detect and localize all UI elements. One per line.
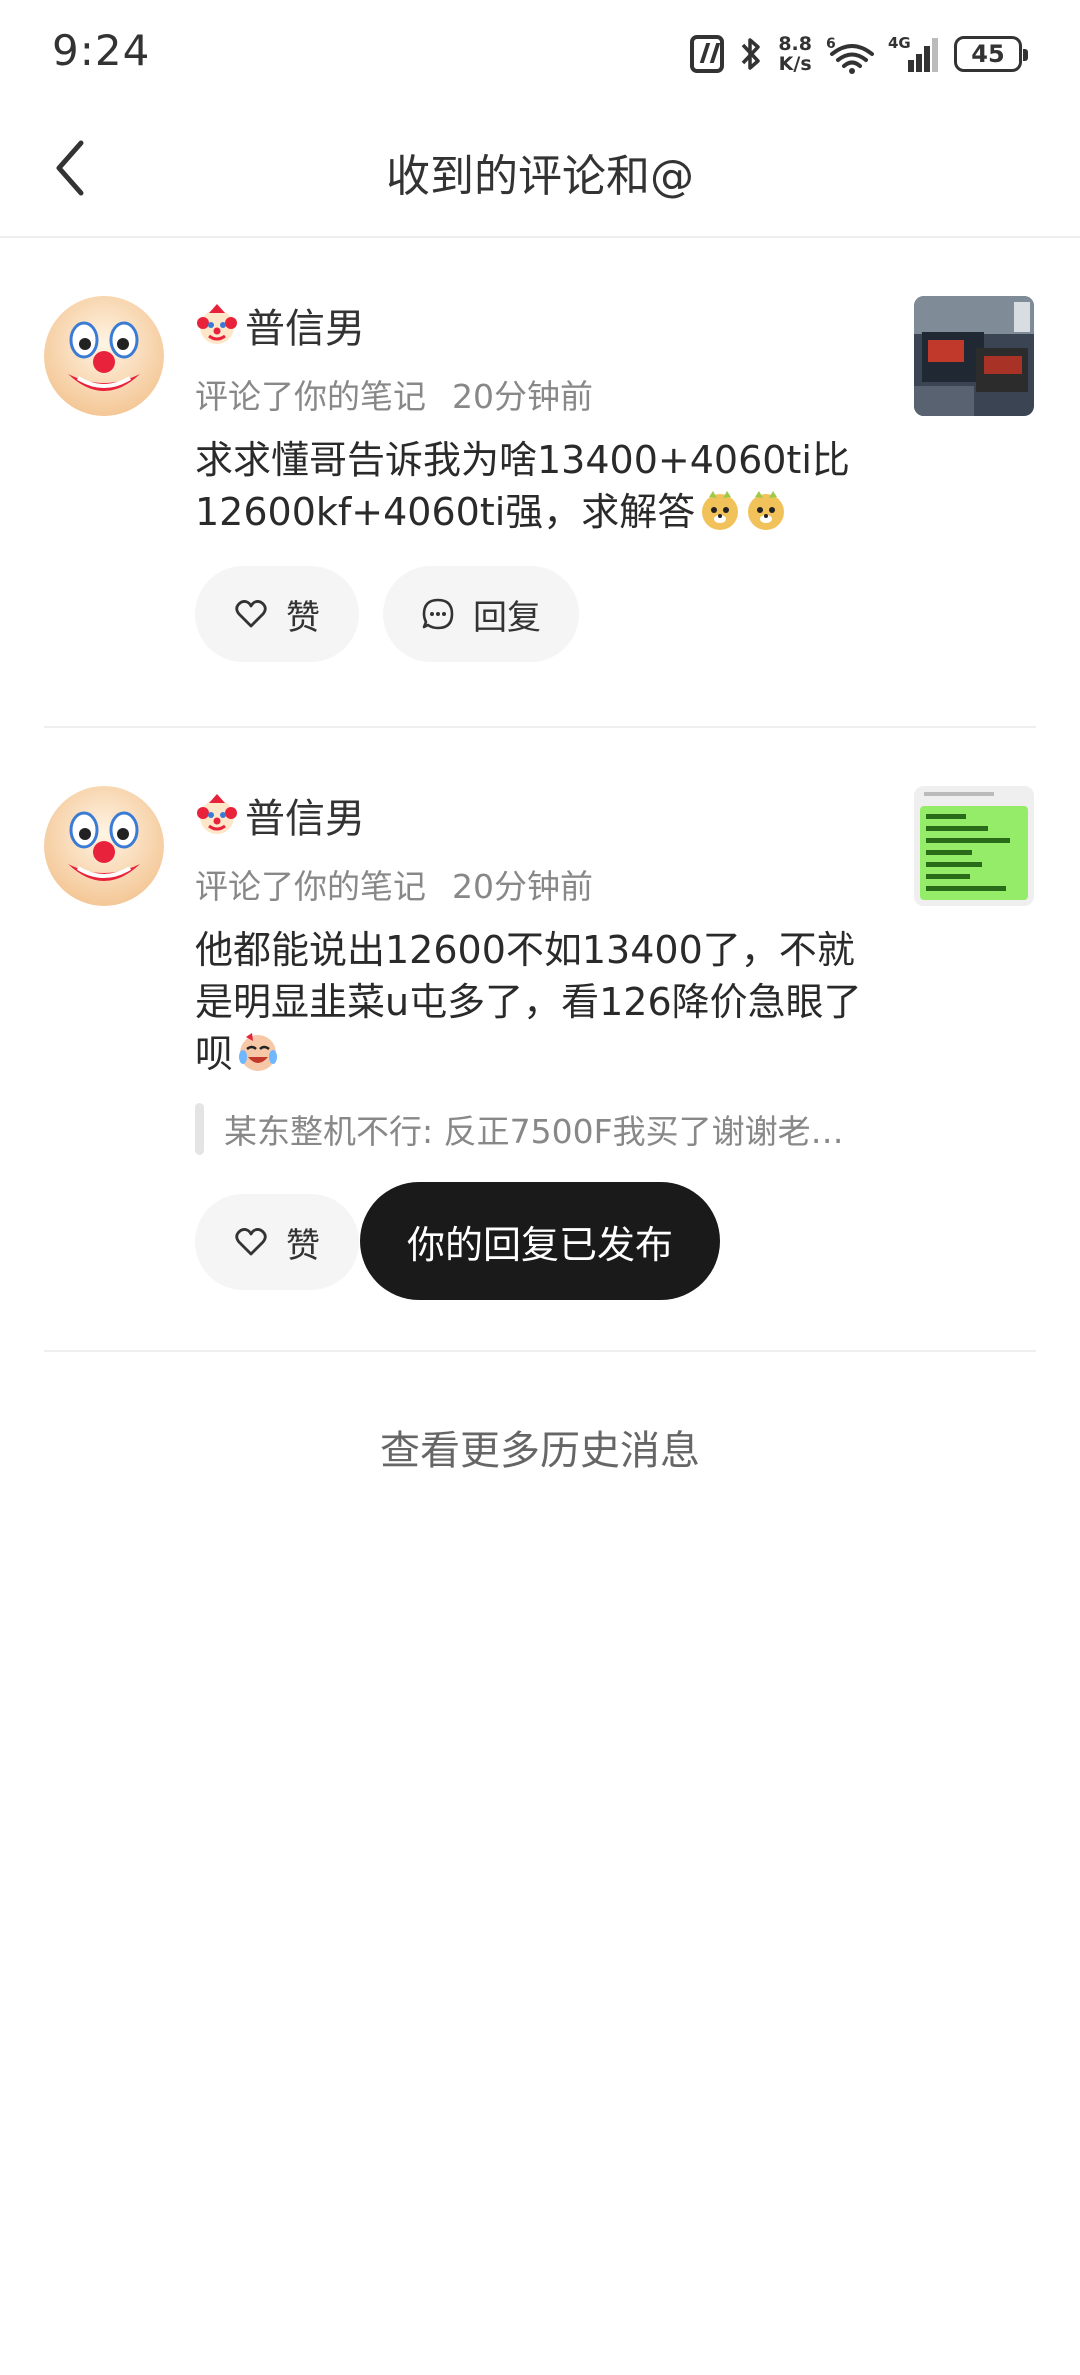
page-title: 收到的评论和@ (386, 151, 694, 202)
user-name: 普信男 (245, 796, 365, 842)
toast-message: 你的回复已发布 (360, 1182, 720, 1300)
status-bar: 9:24 8.8 K/s 6 4G 45 (0, 0, 1080, 100)
divider (44, 1350, 1036, 1352)
status-icons: 8.8 K/s 6 4G 45 (690, 30, 1028, 78)
divider (44, 726, 1036, 728)
heart-icon (235, 600, 267, 628)
avatar[interactable] (44, 786, 164, 906)
reply-button[interactable]: 回复 (383, 566, 579, 662)
pc-parts-photo-icon (914, 296, 1034, 416)
clown-emoji-icon (197, 304, 237, 344)
reply-label: 回复 (473, 597, 541, 638)
doge-emoji-icon (748, 491, 785, 530)
header: 收到的评论和@ (0, 100, 1080, 238)
user-name-row[interactable]: 普信男 (195, 786, 365, 844)
comment-body: 他都能说出12600不如13400了，不就是明显韭菜u屯多了，看126降价急眼了… (195, 928, 862, 1076)
like-label: 赞 (286, 597, 320, 638)
bluetooth-icon (742, 38, 761, 70)
notification-meta: 评论了你的笔记 20分钟前 (195, 370, 593, 418)
comment-text[interactable]: 求求懂哥告诉我为啥13400+4060ti比12600kf+4060ti强，求解… (195, 434, 885, 538)
crying-laughing-emoji-icon (239, 1033, 278, 1071)
timestamp: 20分钟前 (452, 377, 593, 416)
user-name: 普信男 (245, 306, 365, 352)
note-thumbnail[interactable] (914, 296, 1034, 416)
timestamp: 20分钟前 (452, 867, 593, 906)
user-name-row[interactable]: 普信男 (195, 296, 365, 354)
like-button[interactable]: 赞 (195, 1194, 359, 1290)
action-text: 评论了你的笔记 (195, 867, 426, 906)
cellular-signal-icon: 4G (888, 34, 938, 72)
quoted-reply[interactable]: 某东整机不行: 反正7500F我买了谢谢老… (195, 1103, 885, 1155)
doge-emoji-icon (702, 491, 739, 530)
like-button[interactable]: 赞 (195, 566, 359, 662)
chat-bubble-icon (422, 598, 454, 630)
network-type: 4G (888, 34, 911, 52)
note-thumbnail[interactable] (914, 786, 1034, 906)
nfc-icon (690, 35, 725, 73)
battery-icon: 45 (954, 36, 1028, 72)
clown-face-icon (44, 786, 164, 906)
chat-screenshot-icon (914, 786, 1034, 906)
comment-text[interactable]: 他都能说出12600不如13400了，不就是明显韭菜u屯多了，看126降价急眼了… (195, 924, 885, 1080)
more-history-link[interactable]: 查看更多历史消息 (0, 1418, 1080, 1476)
avatar[interactable] (44, 296, 164, 416)
wifi-badge: 6 (826, 36, 836, 52)
speed-value: 8.8 (778, 33, 812, 55)
clown-emoji-icon (197, 794, 237, 834)
quote-text: 某东整机不行: 反正7500F我买了谢谢老… (224, 1112, 844, 1151)
like-label: 赞 (286, 1225, 320, 1266)
status-time: 9:24 (52, 26, 151, 75)
action-text: 评论了你的笔记 (195, 377, 426, 416)
quote-bar (195, 1103, 204, 1155)
clown-face-icon (44, 296, 164, 416)
speed-unit: K/s (778, 53, 812, 75)
notification-meta: 评论了你的笔记 20分钟前 (195, 860, 593, 908)
network-speed: 8.8 K/s (778, 34, 812, 74)
wifi-icon: 6 (826, 36, 874, 74)
heart-icon (235, 1228, 267, 1256)
